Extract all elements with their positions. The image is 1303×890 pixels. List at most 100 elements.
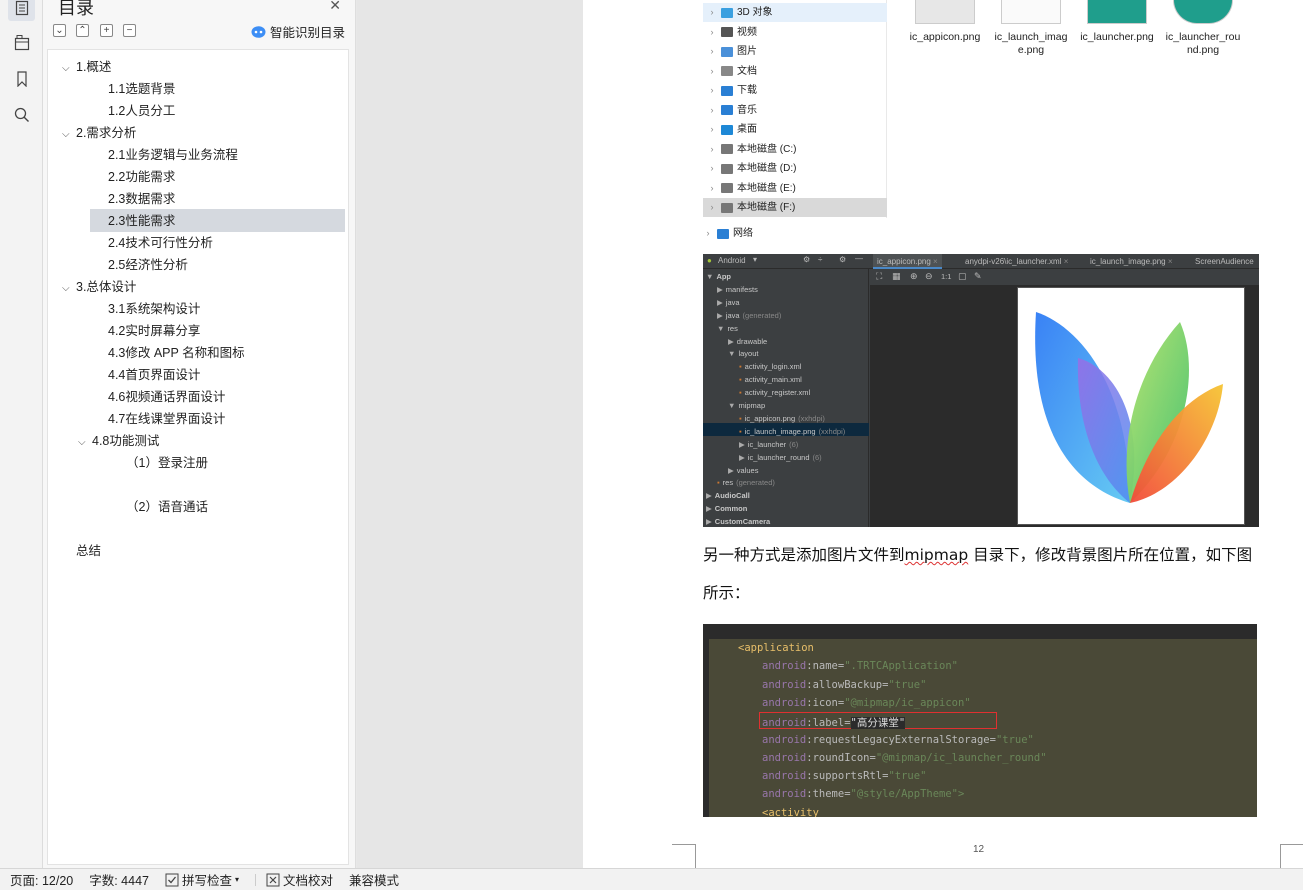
chevron-down-icon[interactable]: ▾ [235, 875, 239, 884]
background-icon[interactable]: ▢ [958, 271, 967, 282]
spell-check-button[interactable]: 拼写检查 ▾ [165, 870, 239, 889]
collapse-icon[interactable]: ÷ [818, 255, 822, 264]
toc-item[interactable]: 1.2人员分工 [108, 100, 175, 122]
chevron-right-icon[interactable]: ▶ [728, 337, 734, 346]
explorer-tree-item[interactable]: › 本地磁盘 (F:) [703, 198, 887, 217]
toc-item[interactable]: 总结 [76, 540, 101, 562]
project-tree-item[interactable]: ▼ mipmap [728, 399, 765, 412]
toc-item[interactable]: ⌵ 2.需求分析 [62, 122, 136, 144]
close-icon[interactable]: × [1166, 257, 1173, 266]
toc-icon[interactable] [8, 0, 35, 21]
chevron-right-icon[interactable]: ▶ [717, 311, 723, 320]
hide-icon[interactable]: — [855, 254, 863, 263]
explorer-tree-item[interactable]: › 视频 [703, 23, 887, 42]
page-indicator[interactable]: 页面: 12/20 [10, 870, 73, 889]
toc-item[interactable]: 2.3数据需求 [108, 188, 175, 210]
project-tree-item[interactable]: ▪ ic_launch_image.png (xxhdpi) [739, 425, 845, 438]
project-tree-item[interactable]: ▶ AudioCall [706, 489, 750, 502]
close-icon[interactable]: × [931, 257, 938, 266]
chevron-right-icon[interactable]: ▶ [739, 440, 745, 449]
zoom-out-icon[interactable]: ⊖ [925, 271, 933, 282]
explorer-tree-item[interactable]: › 3D 对象 [703, 3, 887, 22]
explorer-tree-item[interactable]: › 下载 [703, 81, 887, 100]
editor-tab[interactable]: ScreenAudience [1191, 254, 1258, 269]
toc-item[interactable]: 2.1业务逻辑与业务流程 [108, 144, 238, 166]
project-tree-item[interactable]: ▼ App [706, 270, 731, 283]
explorer-tree-item[interactable]: › 音乐 [703, 101, 887, 120]
grid-icon[interactable]: ▦ [892, 271, 901, 282]
chevron-down-icon[interactable]: ▼ [706, 272, 713, 281]
chevron-right-icon[interactable]: ▶ [728, 466, 734, 475]
file-thumbnail[interactable]: ic_appicon.png [905, 0, 985, 44]
project-tree-item[interactable]: ▶ manifests [717, 283, 758, 296]
settings-icon[interactable]: ⚙ [803, 255, 810, 264]
project-tree-item[interactable]: ▶ values [728, 464, 758, 477]
chevron-down-icon[interactable]: ⌵ [62, 58, 76, 80]
spellcheck-word[interactable]: mipmap [905, 546, 969, 564]
compat-mode[interactable]: 兼容模式 [349, 870, 399, 889]
toc-item[interactable]: ⌵ 1.概述 [62, 56, 111, 78]
explorer-tree-item[interactable]: › 本地磁盘 (E:) [703, 179, 887, 198]
explorer-tree-item[interactable]: › 本地磁盘 (D:) [703, 159, 887, 178]
explorer-tree-item[interactable]: › 图片 [703, 42, 887, 61]
chevron-down-icon[interactable]: ⌵ [62, 124, 76, 146]
explorer-tree-item[interactable]: › 网络 [699, 224, 883, 243]
toc-item[interactable]: （2）语音通话 [126, 496, 208, 518]
project-tree-item[interactable]: ▶ Common [706, 502, 747, 515]
project-view-selector[interactable]: Android [718, 256, 746, 265]
collapse-all-icon[interactable]: ⌄ [53, 24, 66, 37]
toc-item[interactable]: 2.4技术可行性分析 [108, 232, 213, 254]
toc-item[interactable]: 1.1选题背景 [108, 78, 175, 100]
proofread-button[interactable]: 文档校对 [266, 870, 333, 889]
chevron-right-icon[interactable]: › [703, 198, 721, 217]
project-tree-item[interactable]: ▼ res [717, 322, 738, 335]
toc-item[interactable]: ⌵ 3.总体设计 [62, 276, 136, 298]
toc-item[interactable]: 2.2功能需求 [108, 166, 175, 188]
remove-entry-icon[interactable]: − [123, 24, 136, 37]
add-entry-icon[interactable]: + [100, 24, 113, 37]
editor-tab[interactable]: ic_appicon.png × [873, 254, 942, 269]
project-tree-item[interactable]: ▪ activity_register.xml [739, 386, 810, 399]
editor-tab[interactable]: ic_launch_image.png × [1086, 254, 1177, 269]
toc-item[interactable]: 2.5经济性分析 [108, 254, 188, 276]
file-thumbnail[interactable]: ic_launcher_rou nd.png [1163, 0, 1243, 57]
project-tree-item[interactable]: ▶ ic_launcher_round (6) [739, 451, 822, 464]
explorer-tree-item[interactable]: › 桌面 [703, 120, 887, 139]
toc-item[interactable]: 3.1系统架构设计 [108, 298, 200, 320]
toc-item[interactable]: 4.2实时屏幕分享 [108, 320, 200, 342]
chevron-down-icon[interactable]: ⌵ [78, 432, 92, 454]
chevron-right-icon[interactable]: › [703, 159, 721, 178]
chevron-right-icon[interactable]: › [703, 3, 721, 22]
project-tree-item[interactable]: ▶ ic_launcher (6) [739, 438, 798, 451]
chevron-right-icon[interactable]: ▶ [717, 298, 723, 307]
toc-item[interactable]: 4.6视频通话界面设计 [108, 386, 225, 408]
chevron-right-icon[interactable]: › [703, 42, 721, 61]
project-tree-item[interactable]: ▪ ic_appicon.png (xxhdpi) [739, 412, 825, 425]
project-tree-item[interactable]: ▶ drawable [728, 335, 767, 348]
explorer-tree-item[interactable]: › 本地磁盘 (C:) [703, 140, 887, 159]
search-icon[interactable] [8, 101, 35, 128]
chevron-right-icon[interactable]: › [703, 179, 721, 198]
word-count[interactable]: 字数: 4447 [89, 870, 149, 889]
gear-icon[interactable]: ⚙ [839, 255, 846, 264]
color-picker-icon[interactable]: ✎ [974, 271, 982, 282]
chevron-right-icon[interactable]: › [703, 62, 721, 81]
chevron-right-icon[interactable]: ▶ [706, 517, 712, 526]
chevron-down-icon[interactable]: ▾ [753, 255, 757, 264]
toc-item[interactable]: 4.7在线课堂界面设计 [108, 408, 225, 430]
project-tree-item[interactable]: ▼ layout [728, 347, 758, 360]
project-tree-item[interactable]: ▪ res (generated) [717, 476, 775, 489]
chevron-down-icon[interactable]: ⌵ [62, 278, 76, 300]
project-tree-item[interactable]: ▶ java [717, 296, 740, 309]
chevron-down-icon[interactable]: ▼ [728, 349, 735, 358]
actual-size-button[interactable]: 1:1 [941, 272, 951, 281]
chevron-right-icon[interactable]: › [699, 224, 717, 243]
toc-item[interactable]: 4.3修改 APP 名称和图标 [108, 342, 245, 364]
close-icon[interactable]: × [1062, 257, 1069, 266]
chevron-down-icon[interactable]: ▼ [717, 324, 724, 333]
chevron-right-icon[interactable]: › [703, 101, 721, 120]
explorer-tree-item[interactable]: › 文档 [703, 62, 887, 81]
toc-item[interactable]: 4.4首页界面设计 [108, 364, 200, 386]
expand-up-icon[interactable]: ⌃ [76, 24, 89, 37]
toc-item[interactable]: ⌵ 4.8功能测试 [78, 430, 159, 452]
